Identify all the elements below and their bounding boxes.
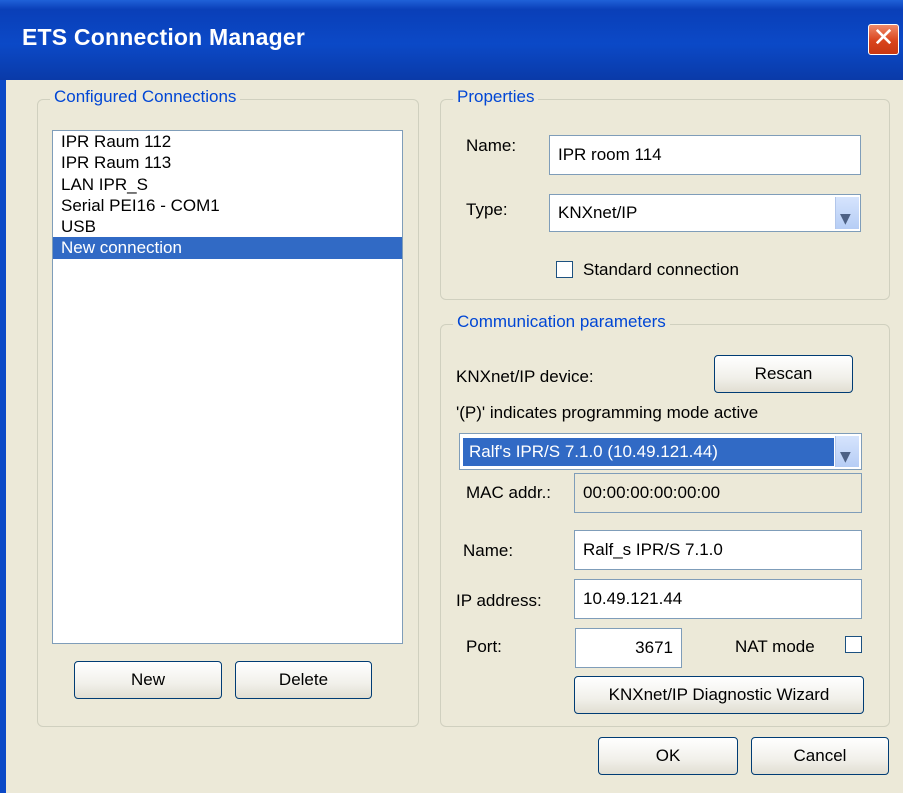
properties-legend: Properties (453, 87, 539, 107)
connections-list[interactable]: IPR Raum 112 IPR Raum 113 LAN IPR_S Serial … (52, 130, 403, 644)
device-name-field[interactable]: Ralf_s IPR/S 7.1.0 (574, 530, 862, 570)
new-connection-button[interactable]: New (74, 661, 222, 699)
delete-connection-button[interactable]: Delete (235, 661, 372, 699)
window-frame-left (0, 80, 6, 793)
connection-manager-dialog: ETS Connection Manager ✕ Configured Conn… (0, 0, 903, 793)
port-label: Port: (466, 637, 502, 656)
knxnet-device-label: KNXnet/IP device: (456, 367, 594, 386)
connection-type-value: KNXnet/IP (558, 203, 638, 222)
list-item[interactable]: IPR Raum 112 (53, 131, 402, 152)
list-item[interactable]: New connection (53, 237, 402, 259)
list-item[interactable]: Serial PEI16 - COM1 (53, 195, 402, 216)
knxnet-device-value: Ralf's IPR/S 7.1.0 (10.49.121.44) (463, 438, 834, 466)
ip-address-label: IP address: (456, 591, 542, 610)
chevron-down-icon[interactable]: ▼ (835, 197, 859, 229)
port-field[interactable]: 3671 (575, 628, 682, 668)
ip-address-field[interactable]: 10.49.121.44 (574, 579, 862, 619)
device-name-label: Name: (463, 541, 514, 560)
list-item[interactable]: USB (53, 216, 402, 237)
title-bar[interactable]: ETS Connection Manager ✕ (0, 0, 903, 80)
communication-parameters-legend: Communication parameters (453, 312, 670, 332)
window-title: ETS Connection Manager (22, 24, 305, 50)
rescan-button[interactable]: Rescan (714, 355, 853, 393)
properties-type-label: Type: (466, 200, 508, 219)
diagnostic-wizard-button[interactable]: KNXnet/IP Diagnostic Wizard (574, 676, 864, 714)
configured-connections-legend: Configured Connections (50, 87, 241, 107)
standard-connection-checkbox[interactable] (556, 261, 573, 278)
nat-mode-label: NAT mode (735, 637, 815, 656)
close-button[interactable]: ✕ (868, 23, 899, 55)
list-item[interactable]: LAN IPR_S (53, 174, 402, 195)
standard-connection-label: Standard connection (583, 260, 739, 279)
cancel-button[interactable]: Cancel (751, 737, 889, 775)
mac-address-field: 00:00:00:00:00:00 (574, 473, 862, 513)
connection-type-select[interactable]: KNXnet/IP ▼ (549, 194, 861, 232)
chevron-down-icon[interactable]: ▼ (835, 436, 859, 467)
nat-mode-checkbox[interactable] (845, 636, 862, 653)
knxnet-device-select[interactable]: Ralf's IPR/S 7.1.0 (10.49.121.44) ▼ (459, 433, 862, 470)
list-item[interactable]: IPR Raum 113 (53, 152, 402, 173)
properties-name-label: Name: (466, 136, 517, 155)
close-icon: ✕ (872, 23, 895, 53)
programming-mode-hint: '(P)' indicates programming mode active (456, 403, 759, 422)
connection-name-field[interactable]: IPR room 114 (549, 135, 861, 175)
mac-address-label: MAC addr.: (466, 483, 552, 502)
ok-button[interactable]: OK (598, 737, 738, 775)
